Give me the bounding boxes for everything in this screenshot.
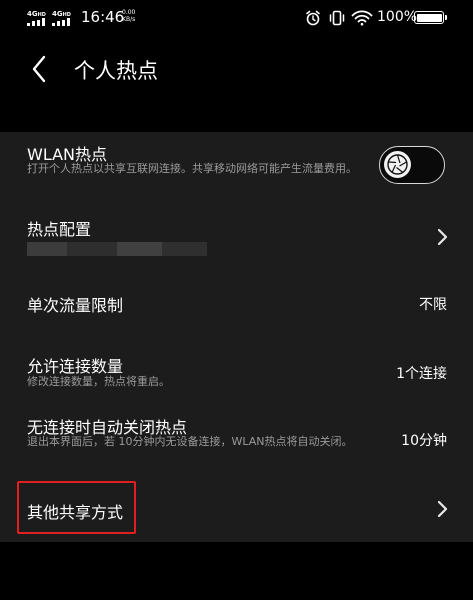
allowed-connections-description: 修改连接数量，热点将重启。 <box>27 375 170 388</box>
wlan-hotspot-description: 打开个人热点以共享互联网连接。共享移动网络可能产生流量费用。 <box>27 162 357 175</box>
battery-percentage: 100% <box>377 9 418 25</box>
sim2-signal-icon: 4GHD <box>52 10 78 26</box>
chevron-right-icon <box>437 500 448 518</box>
allowed-connections-row[interactable]: 允许连接数量 修改连接数量，热点将重启。 1个连接 <box>0 344 473 400</box>
wlan-hotspot-row[interactable]: WLAN热点 打开个人热点以共享互联网连接。共享移动网络可能产生流量费用。 <box>0 132 473 200</box>
data-limit-title: 单次流量限制 <box>27 296 124 315</box>
highlight-box <box>17 481 136 534</box>
network-speed: 0.00 KB/s <box>122 9 135 23</box>
allowed-connections-title: 允许连接数量 <box>27 357 124 376</box>
sim1-network-label: 4G <box>27 10 38 18</box>
sim2-network-label: 4G <box>52 10 63 18</box>
battery-icon <box>414 11 447 24</box>
app-header: 个人热点 <box>0 36 473 100</box>
hotspot-name-redacted <box>27 242 207 256</box>
wlan-hotspot-toggle[interactable] <box>379 146 445 184</box>
vibrate-icon <box>329 10 345 26</box>
status-bar: 4GHD 4GHD 16:46 0.00 KB/s 100% <box>0 0 473 36</box>
sim1-signal-icon: 4GHD <box>27 10 53 26</box>
back-arrow-icon[interactable] <box>28 54 52 84</box>
clock: 16:46 <box>81 8 125 26</box>
hotspot-config-title: 热点配置 <box>27 220 92 239</box>
data-limit-value: 不限 <box>419 297 447 313</box>
data-limit-row[interactable]: 单次流量限制 不限 <box>0 278 473 326</box>
network-speed-value: 0.00 <box>122 9 136 16</box>
alarm-icon <box>306 10 320 26</box>
toggle-knob <box>384 151 411 178</box>
auto-off-description: 退出本界面后，若 10分钟内无设备连接，WLAN热点将自动关闭。 <box>27 435 353 448</box>
hotspot-config-row[interactable]: 热点配置 <box>0 206 473 268</box>
network-speed-unit: KB/s <box>122 16 136 23</box>
wifi-icon <box>351 10 373 26</box>
auto-off-row[interactable]: 无连接时自动关闭热点 退出本界面后，若 10分钟内无设备连接，WLAN热点将自动… <box>0 408 473 468</box>
chevron-right-icon <box>437 228 448 246</box>
page-title: 个人热点 <box>74 59 158 83</box>
auto-off-value: 10分钟 <box>401 433 447 449</box>
hotspot-shutter-icon <box>387 154 408 175</box>
allowed-connections-value: 1个连接 <box>396 366 447 382</box>
